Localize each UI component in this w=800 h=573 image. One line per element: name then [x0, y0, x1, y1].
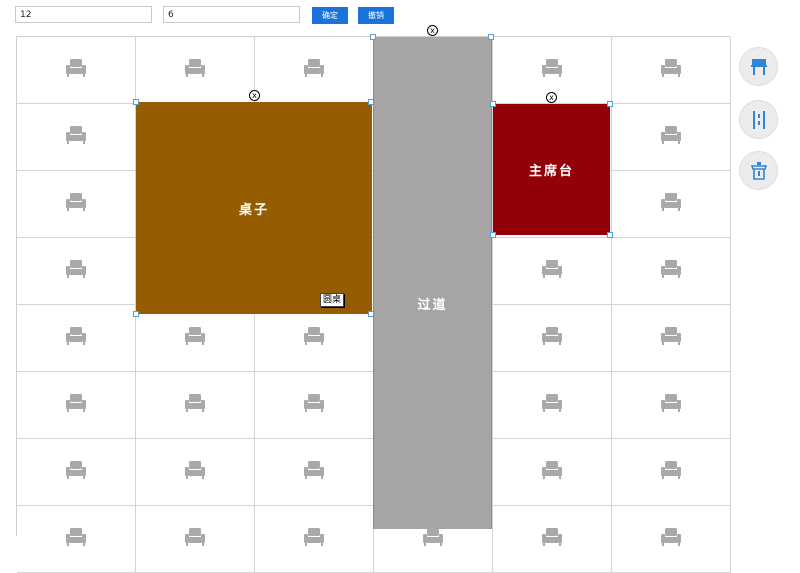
table-resize-handle-tl[interactable] — [133, 99, 139, 105]
seat-cell[interactable] — [493, 372, 612, 439]
seat-cell[interactable] — [255, 372, 374, 439]
seat-cell[interactable] — [493, 506, 612, 573]
seat-cell[interactable] — [612, 439, 731, 506]
add-podium-tool[interactable] — [739, 151, 778, 190]
chair-icon — [660, 393, 682, 417]
seat-cell[interactable] — [612, 305, 731, 372]
add-table-tool[interactable] — [739, 47, 778, 86]
aisle-icon — [752, 110, 765, 129]
chair-icon — [660, 460, 682, 484]
seat-cell[interactable] — [612, 238, 731, 305]
seat-cell[interactable] — [17, 506, 136, 573]
seat-cell[interactable] — [255, 37, 374, 104]
add-aisle-tool[interactable] — [739, 100, 778, 139]
table-close-icon[interactable]: x — [249, 90, 260, 101]
aisle-area[interactable]: 过道 — [373, 37, 492, 529]
chair-icon — [184, 58, 206, 82]
table-icon — [750, 58, 767, 75]
chair-icon — [660, 259, 682, 283]
chair-icon — [65, 393, 87, 417]
chair-icon — [184, 326, 206, 350]
chair-icon — [303, 326, 325, 350]
chair-icon — [184, 393, 206, 417]
seat-cell[interactable] — [136, 305, 255, 372]
chair-icon — [65, 192, 87, 216]
aisle-label: 过道 — [417, 297, 448, 313]
seat-cell[interactable] — [17, 104, 136, 171]
chair-icon — [541, 393, 563, 417]
seat-cell[interactable] — [612, 104, 731, 171]
chair-icon — [541, 326, 563, 350]
seat-cell[interactable] — [255, 305, 374, 372]
chair-icon — [303, 527, 325, 551]
aisle-resize-handle-tr[interactable] — [488, 34, 494, 40]
aisle-close-icon[interactable]: x — [427, 25, 438, 36]
seat-cell[interactable] — [493, 439, 612, 506]
table-resize-handle-bl[interactable] — [133, 311, 139, 317]
chair-icon — [541, 58, 563, 82]
seat-cell[interactable] — [136, 506, 255, 573]
stage-resize-handle-bl[interactable] — [490, 232, 496, 238]
chair-icon — [65, 460, 87, 484]
cancel-button[interactable]: 撤销 — [358, 7, 394, 24]
stage-area[interactable]: 主席台 — [493, 104, 610, 235]
chair-icon — [184, 460, 206, 484]
cols-input[interactable] — [163, 6, 300, 23]
seat-cell[interactable] — [136, 37, 255, 104]
chair-icon — [303, 58, 325, 82]
stage-close-icon[interactable]: x — [546, 92, 557, 103]
chair-icon — [660, 326, 682, 350]
chair-icon — [65, 125, 87, 149]
seat-cell[interactable] — [17, 238, 136, 305]
podium-icon — [750, 161, 767, 180]
seat-cell[interactable] — [493, 305, 612, 372]
chair-icon — [65, 527, 87, 551]
confirm-button[interactable]: 确定 — [312, 7, 348, 24]
seat-cell[interactable] — [17, 372, 136, 439]
chair-icon — [65, 259, 87, 283]
chair-icon — [65, 58, 87, 82]
seat-cell[interactable] — [612, 372, 731, 439]
chair-icon — [541, 527, 563, 551]
stage-resize-handle-tr[interactable] — [607, 101, 613, 107]
table-shape-tag[interactable]: 圆桌 — [320, 293, 345, 307]
seat-cell[interactable] — [17, 439, 136, 506]
chair-icon — [422, 527, 444, 551]
seat-cell[interactable] — [255, 506, 374, 573]
seat-cell[interactable] — [136, 439, 255, 506]
chair-icon — [660, 58, 682, 82]
table-label: 桌子 — [238, 202, 269, 218]
chair-icon — [660, 125, 682, 149]
seat-cell[interactable] — [17, 171, 136, 238]
rows-input[interactable] — [15, 6, 152, 23]
chair-icon — [660, 527, 682, 551]
chair-icon — [303, 460, 325, 484]
seat-cell[interactable] — [612, 506, 731, 573]
chair-icon — [65, 326, 87, 350]
stage-resize-handle-br[interactable] — [607, 232, 613, 238]
chair-icon — [541, 259, 563, 283]
seat-cell[interactable] — [17, 305, 136, 372]
aisle-resize-handle-tl[interactable] — [370, 34, 376, 40]
seat-cell[interactable] — [493, 238, 612, 305]
seat-cell[interactable] — [17, 37, 136, 104]
seat-cell[interactable] — [136, 372, 255, 439]
seat-cell[interactable] — [255, 439, 374, 506]
seat-cell[interactable] — [612, 37, 731, 104]
chair-icon — [541, 460, 563, 484]
stage-label: 主席台 — [528, 164, 574, 179]
chair-icon — [303, 393, 325, 417]
seat-cell[interactable] — [612, 171, 731, 238]
stage-resize-handle-tl[interactable] — [490, 101, 496, 107]
chair-icon — [660, 192, 682, 216]
table-area[interactable]: 桌子 圆桌 — [136, 102, 372, 314]
chair-icon — [184, 527, 206, 551]
